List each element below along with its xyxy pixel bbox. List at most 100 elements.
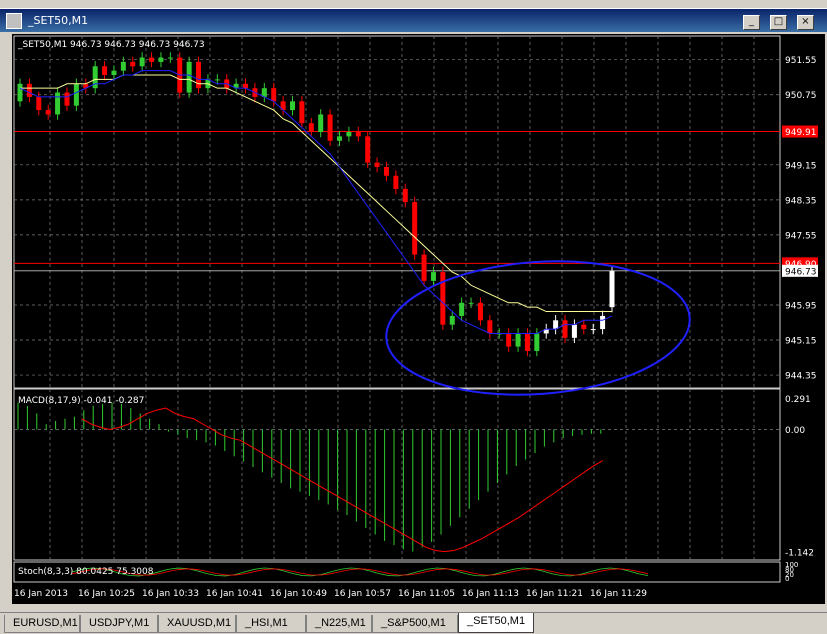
- candle-body: [581, 324, 587, 330]
- macd-tick-label: -1.142: [785, 548, 814, 558]
- candle-body: [393, 175, 399, 189]
- candle-body: [167, 57, 173, 59]
- candle-body: [111, 70, 117, 76]
- chart-tab[interactable]: _SET50,M1: [458, 613, 534, 633]
- candle-body: [299, 101, 305, 124]
- candle-body: [243, 83, 249, 89]
- candle-body: [590, 329, 596, 331]
- candle-body: [120, 61, 126, 71]
- chart-tab[interactable]: _S&P500,M1: [372, 615, 458, 633]
- candle-body: [412, 202, 418, 255]
- ma-fast-line: [19, 70, 613, 334]
- candle-body: [562, 320, 568, 338]
- candle-body: [534, 333, 540, 351]
- candle-body: [430, 272, 436, 281]
- candle-body: [524, 333, 530, 351]
- time-tick-label: 16 Jan 11:05: [398, 589, 455, 599]
- candle-body: [271, 88, 277, 102]
- time-tick-label: 16 Jan 11:29: [590, 589, 647, 599]
- time-tick-label: 16 Jan 10:25: [78, 589, 135, 599]
- candle-body: [139, 57, 145, 67]
- candle-body: [73, 83, 79, 106]
- stoch-panel: [71, 567, 649, 577]
- candle-body: [130, 61, 136, 67]
- candle-body: [477, 302, 483, 321]
- price-tick-label: 944.35: [785, 372, 817, 382]
- close-button[interactable]: ×: [797, 15, 814, 30]
- chart-window-titlebar[interactable]: _SET50,M1 _ □ ×: [0, 8, 827, 32]
- candle-body: [336, 136, 342, 141]
- price-tick-label: 947.55: [785, 231, 817, 241]
- stoch-label: Stoch(8,3,3) 80.0425 75.3008: [18, 567, 154, 577]
- candle-body: [609, 270, 615, 308]
- candle-body: [383, 167, 389, 176]
- macd-label: MACD(8,17,9) -0.041 -0.287: [18, 396, 144, 406]
- minimize-button[interactable]: _: [743, 15, 760, 30]
- candle-body: [506, 333, 512, 347]
- price-tick-label: 950.75: [785, 91, 817, 101]
- chart-tab[interactable]: USDJPY,M1: [80, 615, 158, 633]
- candle-body: [26, 83, 32, 97]
- candle-body: [186, 61, 192, 93]
- candle-body: [355, 131, 361, 137]
- candlesticks: [17, 52, 615, 357]
- annotation-ellipse: [385, 260, 691, 396]
- candle-body: [365, 136, 371, 163]
- candle-body: [102, 66, 108, 76]
- chart-tab[interactable]: XAUUSD,M1: [158, 615, 236, 633]
- moving-averages: [19, 70, 613, 334]
- chart-tab[interactable]: _HSI,M1: [236, 615, 306, 633]
- chart-tab[interactable]: EURUSD,M1: [4, 615, 80, 633]
- candle-body: [374, 162, 380, 168]
- price-tick-label: 949.15: [785, 161, 817, 171]
- candle-body: [36, 96, 42, 111]
- macd-tick-label: 0.291: [785, 395, 811, 405]
- time-tick-label: 16 Jan 10:57: [334, 589, 391, 599]
- ma-slow-line: [20, 74, 612, 313]
- macd-panel: [17, 402, 604, 553]
- time-tick-label: 16 Jan 11:21: [526, 589, 583, 599]
- price-tick-label: 948.35: [785, 196, 817, 206]
- time-tick-label: 16 Jan 10:49: [270, 589, 327, 599]
- candle-body: [571, 324, 577, 338]
- candle-body: [45, 110, 51, 115]
- time-tick-label: 16 Jan 10:41: [206, 589, 263, 599]
- chart-area[interactable]: 951.55 950.75 949.91 949.15 948.35 947.55 946.…: [12, 34, 825, 604]
- candle-body: [327, 114, 333, 141]
- stoch-tick-label: 0: [785, 575, 789, 583]
- chart-header-label: _SET50,M1 946.73 946.73 946.73 946.73: [17, 40, 205, 50]
- price-chart-svg[interactable]: 951.55 950.75 949.91 949.15 948.35 947.55 946.…: [12, 34, 825, 604]
- time-tick-label: 16 Jan 11:13: [462, 589, 519, 599]
- price-tick-label: 946.73: [785, 267, 817, 277]
- chart-tabbar: EURUSD,M1 USDJPY,M1 XAUUSD,M1 _HSI,M1 _N225,…: [0, 612, 827, 634]
- price-levels: [14, 131, 780, 272]
- terminal-window: _SET50,M1 _ □ × 951.55 950.75 949.91 949.15…: [0, 0, 827, 634]
- candle-body: [459, 302, 465, 316]
- candle-body: [421, 254, 427, 281]
- candle-body: [468, 302, 474, 304]
- candle-body: [64, 92, 70, 106]
- candle-body: [17, 83, 23, 102]
- axes: 951.55 950.75 949.91 949.15 948.35 947.55 946.…: [14, 56, 818, 599]
- candle-body: [515, 333, 521, 347]
- candle-body: [55, 92, 61, 115]
- chart-tab[interactable]: _N225,M1: [306, 615, 372, 633]
- candle-body: [402, 188, 408, 203]
- macd-panel-border: [13, 388, 781, 561]
- time-tick-label: 16 Jan 2013: [14, 589, 68, 599]
- candle-body: [600, 315, 606, 330]
- grid: [13, 35, 781, 583]
- price-tick-label: 951.55: [785, 56, 817, 66]
- candle-body: [214, 79, 220, 81]
- candle-body: [449, 315, 455, 325]
- candle-body: [149, 57, 155, 62]
- candle-body: [308, 123, 314, 132]
- maximize-button[interactable]: □: [770, 15, 787, 30]
- candle-body: [290, 101, 296, 111]
- candle-body: [487, 320, 493, 334]
- macd-tick-label: 0.00: [785, 426, 805, 436]
- price-tick-label: 949.91: [785, 128, 817, 138]
- chart-window-title: _SET50,M1: [28, 14, 89, 27]
- time-tick-label: 16 Jan 10:33: [142, 589, 199, 599]
- candle-body: [346, 131, 352, 137]
